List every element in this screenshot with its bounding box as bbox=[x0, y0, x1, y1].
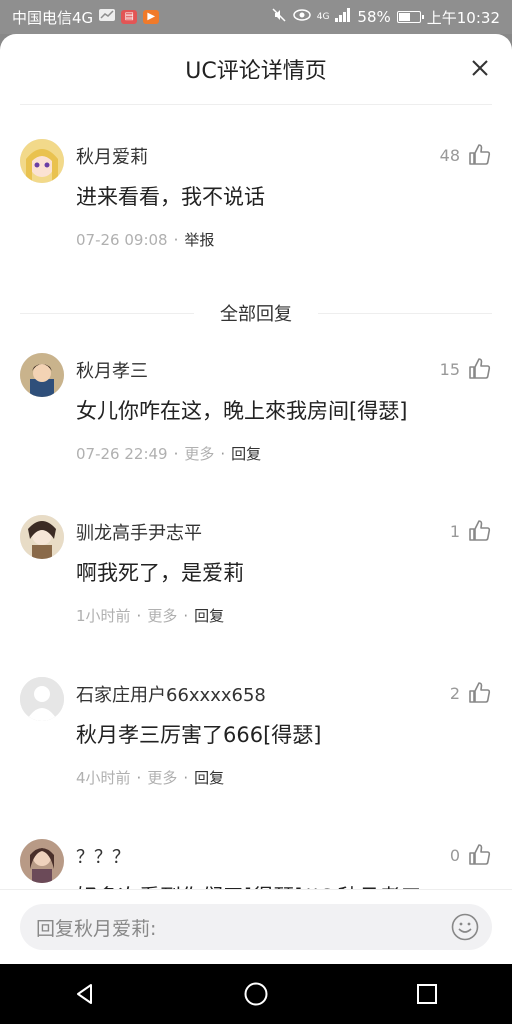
avatar[interactable] bbox=[20, 353, 64, 397]
comment-time: 07-26 22:49 bbox=[76, 444, 168, 463]
like-button[interactable]: 1 bbox=[450, 519, 492, 543]
reply-item: 石家庄用户66xxxx658 秋月孝三厉害了666[得瑟] 4小时前 · 更多 … bbox=[20, 677, 492, 797]
thumbs-up-icon bbox=[469, 682, 491, 703]
thumbs-up-icon bbox=[469, 144, 491, 165]
recents-button[interactable] bbox=[407, 974, 447, 1014]
comment-text: 秋月孝三厉害了666[得瑟] bbox=[76, 723, 322, 747]
avatar[interactable] bbox=[20, 677, 64, 721]
reply-placeholder: 回复秋月爱莉: bbox=[36, 917, 157, 940]
comment-username[interactable]: ？？？ bbox=[76, 843, 130, 869]
comment-text: 啊我死了，是爱莉 bbox=[76, 561, 244, 585]
video-app-icon: ▶ bbox=[143, 10, 160, 24]
like-count: 0 bbox=[449, 845, 460, 865]
like-button[interactable]: 2 bbox=[450, 681, 492, 705]
clock: 上午10:32 bbox=[426, 8, 500, 27]
comment-meta: 4小时前 · 更多 · 回复 bbox=[76, 767, 225, 788]
more-link[interactable]: 更多 bbox=[147, 767, 177, 788]
page-title: UC评论详情页 bbox=[185, 59, 327, 84]
avatar[interactable] bbox=[20, 515, 64, 559]
home-circle-icon bbox=[244, 982, 268, 1006]
reply-item: 秋月孝三 女儿你咋在这，晚上來我房间[得瑟] 07-26 22:49 · 更多 … bbox=[20, 353, 492, 473]
back-button[interactable] bbox=[65, 974, 105, 1014]
like-button[interactable]: 48 bbox=[440, 143, 492, 167]
battery-percent: 58% bbox=[357, 8, 391, 26]
comment-meta: 1小时前 · 更多 · 回复 bbox=[76, 605, 225, 626]
report-link[interactable]: 举报 bbox=[184, 229, 214, 250]
like-count: 1 bbox=[449, 521, 460, 541]
close-button[interactable] bbox=[468, 56, 492, 80]
signal-bars-icon bbox=[335, 8, 351, 26]
section-label: 全部回复 bbox=[220, 304, 292, 325]
carrier-label: 中国电信4G bbox=[12, 8, 94, 27]
comment-username[interactable]: 秋月爱莉 bbox=[76, 143, 148, 169]
comment-meta: 07-26 22:49 · 更多 · 回复 bbox=[76, 443, 262, 464]
comment-time: 1小时前 bbox=[76, 607, 131, 625]
battery-icon bbox=[396, 11, 424, 23]
back-triangle-icon bbox=[77, 984, 93, 1004]
reply-link[interactable]: 回复 bbox=[231, 443, 261, 464]
status-bar: 中国电信4G ▤ ▶ 4G 58% 上午10:32 bbox=[0, 0, 512, 34]
thumbs-up-icon bbox=[469, 358, 491, 379]
like-count: 48 bbox=[439, 145, 460, 165]
reply-link[interactable]: 回复 bbox=[194, 605, 224, 626]
comment-list[interactable]: 秋月爱莉 进来看看，我不说话 07-26 09:08 · 举报 48 全部回复 … bbox=[0, 105, 512, 890]
main-comment: 秋月爱莉 进来看看，我不说话 07-26 09:08 · 举报 48 bbox=[20, 139, 492, 259]
mute-icon bbox=[271, 7, 287, 27]
like-button[interactable]: 0 bbox=[450, 843, 492, 867]
comment-time: 4小时前 bbox=[76, 769, 131, 787]
network-type-label: 4G bbox=[316, 12, 330, 22]
comment-time: 07-26 09:08 bbox=[76, 230, 168, 249]
comment-detail-sheet: UC评论详情页 秋月爱莉 进来看看，我不说话 07-26 09:08 · 举报 … bbox=[0, 34, 512, 964]
avatar[interactable] bbox=[20, 839, 64, 883]
like-count: 2 bbox=[449, 683, 460, 703]
thumbs-up-icon bbox=[469, 520, 491, 541]
comment-username[interactable]: 石家庄用户66xxxx658 bbox=[76, 681, 266, 707]
more-link[interactable]: 更多 bbox=[147, 605, 177, 626]
navigation-bar bbox=[0, 964, 512, 1024]
like-button[interactable]: 15 bbox=[440, 357, 492, 381]
comment-text: 女儿你咋在这，晚上來我房间[得瑟] bbox=[76, 399, 408, 423]
avatar[interactable] bbox=[20, 139, 64, 183]
comment-username[interactable]: 驯龙高手尹志平 bbox=[76, 519, 202, 545]
thumbs-up-icon bbox=[469, 844, 491, 865]
reply-link[interactable]: 回复 bbox=[194, 767, 224, 788]
all-replies-divider: 全部回复 bbox=[20, 301, 492, 325]
comment-username[interactable]: 秋月孝三 bbox=[76, 357, 148, 383]
reply-input[interactable]: 回复秋月爱莉: bbox=[20, 904, 492, 950]
home-button[interactable] bbox=[236, 974, 276, 1014]
reply-bar: 回复秋月爱莉: bbox=[0, 889, 512, 964]
comment-meta: 07-26 09:08 · 举报 bbox=[76, 229, 215, 250]
more-link[interactable]: 更多 bbox=[184, 443, 214, 464]
like-count: 15 bbox=[439, 359, 460, 379]
eye-icon bbox=[292, 9, 311, 25]
reply-item: ？？？ 好多次看到你们了[得瑟]//@秋月孝三 0 bbox=[20, 839, 492, 890]
signal-stats-icon bbox=[99, 9, 116, 25]
emoji-icon[interactable] bbox=[450, 912, 480, 942]
recents-square-icon bbox=[416, 984, 437, 1004]
close-icon bbox=[472, 60, 488, 76]
reply-item: 驯龙高手尹志平 啊我死了，是爱莉 1小时前 · 更多 · 回复 1 bbox=[20, 515, 492, 635]
book-app-icon: ▤ bbox=[121, 10, 138, 24]
sheet-header: UC评论详情页 bbox=[20, 34, 492, 105]
battery-fill bbox=[398, 13, 410, 21]
comment-text: 进来看看，我不说话 bbox=[76, 185, 265, 209]
